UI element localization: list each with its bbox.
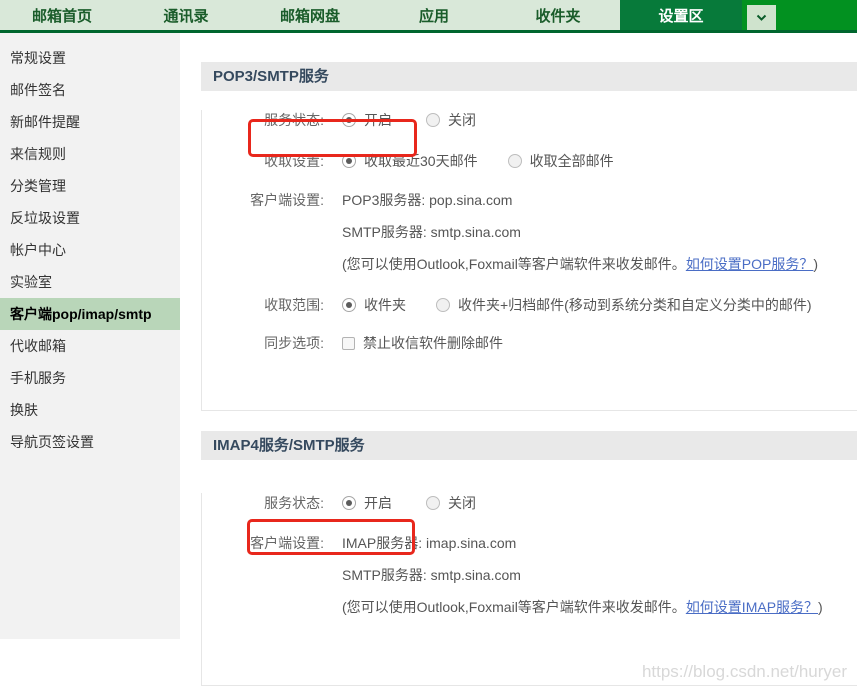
pop3-scope-inbox-option[interactable]: 收件夹	[342, 295, 406, 315]
pop3-client-setting-row: 客户端设置: POP3服务器: pop.sina.com SMTP服务器: sm…	[202, 184, 857, 280]
top-nav: 邮箱首页 通讯录 邮箱网盘 应用 收件夹 设置区	[0, 0, 857, 33]
main-area: 常规设置 邮件签名 新邮件提醒 来信规则 分类管理 反垃圾设置 帐户中心 实验室…	[0, 33, 857, 639]
pop3-server-line: POP3服务器: pop.sina.com	[342, 184, 818, 216]
imap-client-label: 客户端设置:	[202, 527, 324, 623]
radio-selected-icon[interactable]	[342, 298, 356, 312]
imap-status-on-option[interactable]: 开启	[342, 493, 392, 513]
nav-tab-contacts[interactable]: 通讯录	[124, 0, 248, 30]
sidebar-item-nav-tabs-setting[interactable]: 导航页签设置	[0, 426, 180, 458]
pop3-status-on-option[interactable]: 开启	[342, 110, 392, 130]
pop3-fetch-all-option[interactable]: 收取全部邮件	[508, 151, 614, 171]
radio-unselected-icon[interactable]	[436, 298, 450, 312]
imap-note-text: (您可以使用Outlook,Foxmail等客户端软件来收发邮件。	[342, 599, 686, 615]
sidebar-item-signature[interactable]: 邮件签名	[0, 74, 180, 106]
sidebar-item-new-mail-alert[interactable]: 新邮件提醒	[0, 106, 180, 138]
pop3-sync-checkbox-label: 禁止收信软件删除邮件	[363, 333, 503, 353]
pop3-section-title: POP3/SMTP服务	[201, 62, 857, 91]
imap4-smtp-section: IMAP4服务/SMTP服务 服务状态: 开启 关闭	[201, 431, 857, 686]
imap-client-setting-row: 客户端设置: IMAP服务器: imap.sina.com SMTP服务器: s…	[202, 527, 857, 623]
pop3-fetch-recent30-option[interactable]: 收取最近30天邮件	[342, 151, 478, 171]
nav-tab-inbox[interactable]: 收件夹	[496, 0, 620, 30]
radio-selected-icon[interactable]	[342, 154, 356, 168]
nav-tab-settings-active[interactable]: 设置区	[620, 0, 742, 30]
sidebar-item-account-center[interactable]: 帐户中心	[0, 234, 180, 266]
pop3-fetch-all-label: 收取全部邮件	[530, 151, 614, 171]
pop3-fetch-label: 收取设置:	[202, 151, 324, 171]
pop3-scope-archive-option[interactable]: 收件夹+归档邮件(移动到系统分类和自定义分类中的邮件)	[436, 295, 812, 315]
sidebar-item-client-pop-imap-smtp[interactable]: 客户端pop/imap/smtp	[0, 298, 180, 330]
pop3-help-link[interactable]: 如何设置POP服务？	[686, 256, 814, 272]
sidebar-item-incoming-rules[interactable]: 来信规则	[0, 138, 180, 170]
imap-server-line: IMAP服务器: imap.sina.com	[342, 527, 823, 559]
pop3-scope-archive-label: 收件夹+归档邮件(移动到系统分类和自定义分类中的邮件)	[458, 295, 812, 315]
pop3-scope-row: 收取范围: 收件夹 收件夹+归档邮件(移动到系统分类和自定义分类中的邮件)	[202, 295, 857, 315]
pop3-status-on-label: 开启	[364, 110, 392, 130]
nav-filler	[742, 0, 857, 30]
pop3-sync-checkbox-option[interactable]: 禁止收信软件删除邮件	[342, 333, 503, 353]
radio-selected-icon[interactable]	[342, 113, 356, 127]
chevron-down-icon	[756, 9, 767, 27]
pop3-status-off-option[interactable]: 关闭	[426, 110, 476, 130]
imap-service-status-row: 服务状态: 开启 关闭	[202, 493, 857, 513]
sidebar-item-lab[interactable]: 实验室	[0, 266, 180, 298]
nav-tab-mail-home[interactable]: 邮箱首页	[0, 0, 124, 30]
sidebar-item-fetch-mailbox[interactable]: 代收邮箱	[0, 330, 180, 362]
pop3-status-off-label: 关闭	[448, 110, 476, 130]
imap-section-title: IMAP4服务/SMTP服务	[201, 431, 857, 460]
sidebar-item-general[interactable]: 常规设置	[0, 42, 180, 74]
settings-content: POP3/SMTP服务 服务状态: 开启 关闭	[201, 33, 857, 639]
sidebar-item-skin[interactable]: 换肤	[0, 394, 180, 426]
pop3-note-end: )	[813, 256, 818, 272]
imap-status-off-label: 关闭	[448, 493, 476, 513]
pop3-smtp-server-line: SMTP服务器: smtp.sina.com	[342, 216, 818, 248]
radio-selected-icon[interactable]	[342, 496, 356, 510]
pop3-service-status-label: 服务状态:	[202, 110, 324, 130]
settings-dropdown-button[interactable]	[747, 5, 776, 30]
mail-settings-page: 邮箱首页 通讯录 邮箱网盘 应用 收件夹 设置区 常规设置 邮件签名 新邮件提醒…	[0, 0, 857, 642]
imap-status-on-label: 开启	[364, 493, 392, 513]
imap-status-off-option[interactable]: 关闭	[426, 493, 476, 513]
pop3-smtp-section: POP3/SMTP服务 服务状态: 开启 关闭	[201, 62, 857, 411]
pop3-sync-label: 同步选项:	[202, 333, 324, 353]
pop3-scope-inbox-label: 收件夹	[364, 295, 406, 315]
imap-note-end: )	[818, 599, 823, 615]
pop3-fetch-setting-row: 收取设置: 收取最近30天邮件 收取全部邮件	[202, 151, 857, 171]
checkbox-unchecked-icon[interactable]	[342, 337, 355, 350]
pop3-note-text: (您可以使用Outlook,Foxmail等客户端软件来收发邮件。	[342, 256, 686, 272]
imap-smtp-server-line: SMTP服务器: smtp.sina.com	[342, 559, 823, 591]
pop3-service-status-row: 服务状态: 开启 关闭	[202, 110, 857, 130]
sidebar-item-antispam[interactable]: 反垃圾设置	[0, 202, 180, 234]
pop3-fetch-recent30-label: 收取最近30天邮件	[364, 151, 478, 171]
csdn-watermark: https://blog.csdn.net/huryer	[642, 662, 847, 682]
sidebar-item-category-manage[interactable]: 分类管理	[0, 170, 180, 202]
radio-unselected-icon[interactable]	[508, 154, 522, 168]
nav-tab-apps[interactable]: 应用	[372, 0, 496, 30]
pop3-client-label: 客户端设置:	[202, 184, 324, 280]
radio-unselected-icon[interactable]	[426, 113, 440, 127]
radio-unselected-icon[interactable]	[426, 496, 440, 510]
sidebar-item-mobile-service[interactable]: 手机服务	[0, 362, 180, 394]
pop3-sync-row: 同步选项: 禁止收信软件删除邮件	[202, 333, 857, 353]
imap-service-status-label: 服务状态:	[202, 493, 324, 513]
pop3-client-note: (您可以使用Outlook,Foxmail等客户端软件来收发邮件。如何设置POP…	[342, 248, 818, 280]
imap-help-link[interactable]: 如何设置IMAP服务？	[686, 599, 818, 615]
nav-tab-netdisk[interactable]: 邮箱网盘	[248, 0, 372, 30]
imap-client-note: (您可以使用Outlook,Foxmail等客户端软件来收发邮件。如何设置IMA…	[342, 591, 823, 623]
pop3-scope-label: 收取范围:	[202, 295, 324, 315]
settings-sidebar: 常规设置 邮件签名 新邮件提醒 来信规则 分类管理 反垃圾设置 帐户中心 实验室…	[0, 33, 180, 639]
